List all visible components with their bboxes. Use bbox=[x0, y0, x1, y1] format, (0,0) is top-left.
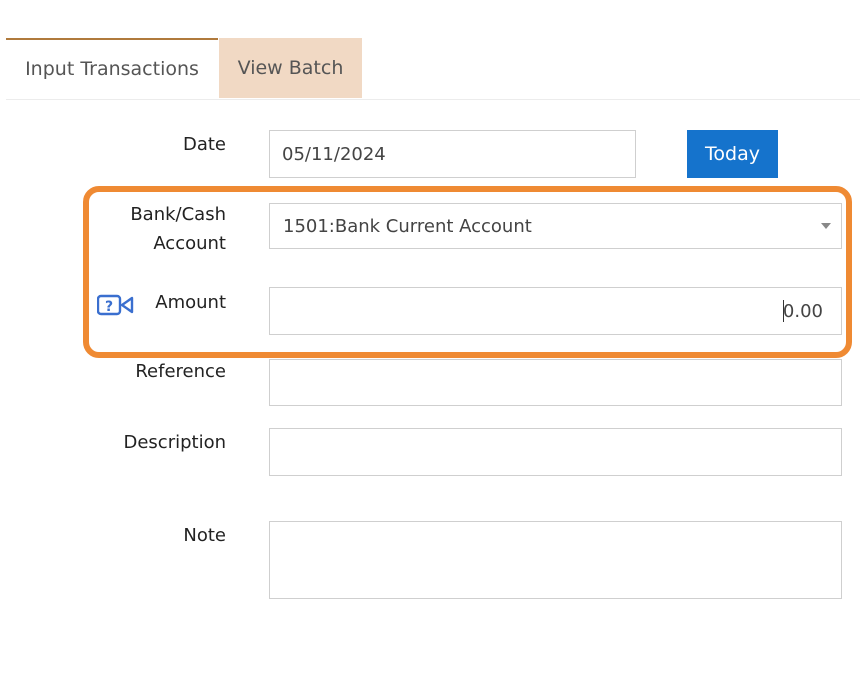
bank-account-selected-value: 1501:Bank Current Account bbox=[283, 215, 532, 237]
description-input[interactable] bbox=[269, 428, 842, 476]
description-label: Description bbox=[123, 432, 226, 453]
chevron-down-icon bbox=[821, 223, 831, 229]
reference-input[interactable] bbox=[269, 359, 842, 406]
help-video-icon[interactable]: ? bbox=[97, 294, 135, 316]
note-label: Note bbox=[183, 525, 226, 546]
text-cursor bbox=[783, 300, 784, 322]
svg-text:?: ? bbox=[105, 299, 113, 315]
bank-account-label-line1: Bank/Cash bbox=[130, 204, 226, 225]
bank-account-label-line2: Account bbox=[153, 233, 226, 254]
tab-bar: Input Transactions View Batch bbox=[6, 38, 860, 100]
amount-label: Amount bbox=[155, 292, 226, 313]
date-input[interactable] bbox=[269, 130, 636, 178]
today-button[interactable]: Today bbox=[687, 130, 778, 178]
note-textarea[interactable] bbox=[269, 521, 842, 599]
date-label: Date bbox=[182, 134, 226, 155]
tab-divider bbox=[6, 99, 860, 100]
bank-account-select[interactable]: 1501:Bank Current Account bbox=[269, 203, 842, 249]
tab-input-transactions[interactable]: Input Transactions bbox=[6, 38, 218, 98]
amount-input[interactable] bbox=[269, 287, 842, 335]
bank-account-label: Bank/Cash Account bbox=[130, 200, 226, 258]
tab-view-batch[interactable]: View Batch bbox=[219, 38, 362, 98]
tab-input-transactions-label: Input Transactions bbox=[25, 58, 199, 80]
tab-view-batch-label: View Batch bbox=[237, 57, 344, 79]
reference-label: Reference bbox=[135, 361, 226, 382]
